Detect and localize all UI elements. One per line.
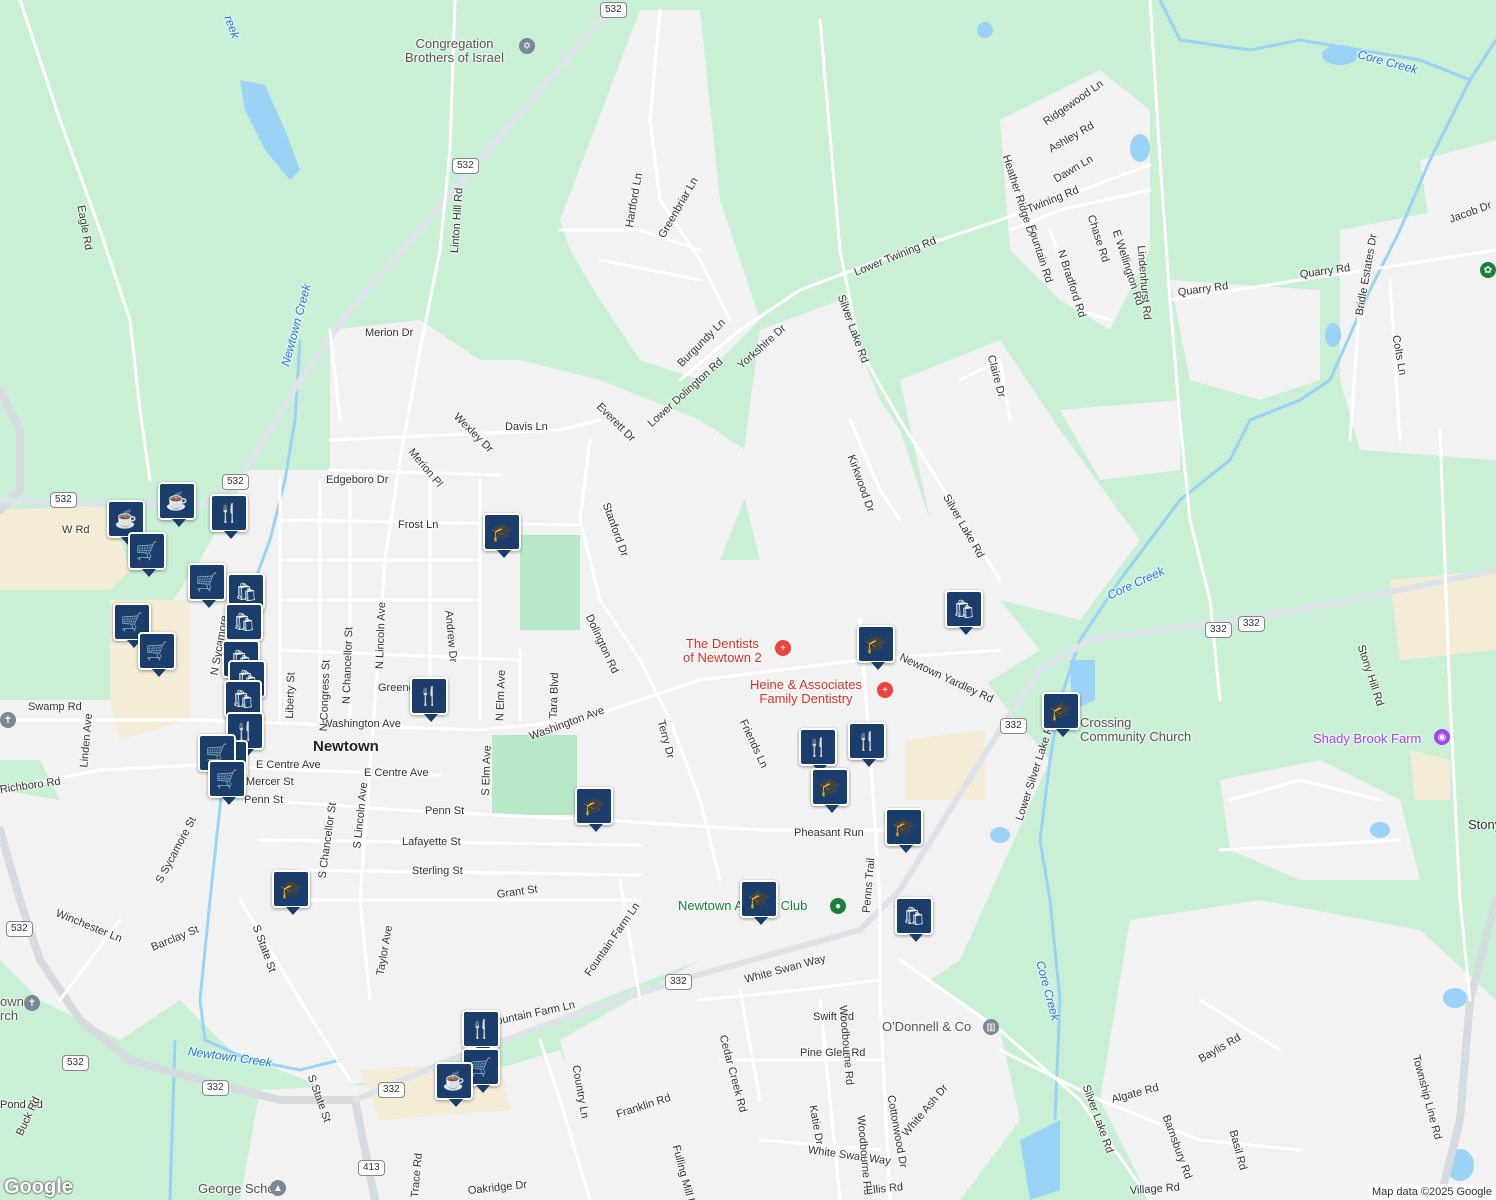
road-label: Merion Dr	[365, 327, 414, 339]
place-odonnell-label[interactable]: O'Donnell & Co	[882, 1020, 971, 1033]
school-pin-icon[interactable]: 🎓	[1042, 692, 1080, 737]
restaurant-pin-icon[interactable]: 🍴	[210, 494, 248, 539]
school-dot-icon[interactable]: ▲	[270, 1180, 286, 1196]
school-pin-icon[interactable]: 🎓	[740, 880, 778, 925]
restaurant-pin-icon[interactable]: 🍴	[848, 722, 886, 767]
bank-icon[interactable]: ▥	[983, 1019, 999, 1035]
school-pin-icon[interactable]: 🎓	[885, 808, 923, 853]
road-label: N Lincoln Ave	[373, 601, 389, 670]
road-label: E Centre Ave	[364, 767, 429, 779]
route-shield: 332	[1238, 616, 1265, 632]
road-label: Pine Glen Rd	[800, 1047, 866, 1059]
route-shield: 332	[202, 1080, 229, 1096]
restaurant-pin-icon[interactable]: 🍴	[462, 1010, 500, 1055]
road-label: Tara Blvd	[547, 672, 562, 719]
road-label: Lafayette St	[402, 836, 461, 848]
google-logo: Google	[4, 1176, 73, 1198]
place-dentists-label[interactable]: The Dentists of Newtown 2	[683, 637, 762, 665]
grocery-pin-icon[interactable]: 🛒	[208, 760, 246, 805]
place-crossing-label[interactable]: Crossing Community Church	[1080, 716, 1191, 744]
road-label: Pheasant Run	[794, 827, 864, 839]
place-church-label[interactable]: own rch	[0, 995, 24, 1023]
school-pin-icon[interactable]: 🎓	[811, 768, 849, 813]
route-shield: 532	[62, 1055, 89, 1071]
restaurant-pin-icon[interactable]: 🍴	[799, 728, 837, 773]
school-pin-icon[interactable]: 🎓	[483, 513, 521, 558]
road-label: Sterling St	[412, 865, 463, 877]
road-label: E Centre Ave	[256, 759, 321, 771]
cafe-pin-icon[interactable]: ☕	[158, 482, 196, 527]
route-shield: 532	[50, 492, 77, 508]
grocery-pin-icon[interactable]: 🛒	[188, 563, 226, 608]
worship-icon[interactable]: ✝	[24, 995, 40, 1011]
school-pin-icon[interactable]: 🎓	[857, 625, 895, 670]
road-label: Mercer St	[246, 776, 294, 788]
town-label: Newtown	[313, 738, 379, 755]
road-label: Frost Ln	[398, 519, 439, 531]
route-shield: 332	[665, 974, 692, 990]
place-shady-label[interactable]: Shady Brook Farm	[1313, 732, 1421, 745]
worship-icon[interactable]: ✡	[519, 38, 535, 54]
dental-icon[interactable]: +	[775, 640, 791, 656]
road-label: Swamp Rd	[28, 701, 82, 713]
road-label: Penn St	[244, 794, 284, 806]
place-heine-label[interactable]: Heine & Associates Family Dentistry	[750, 678, 862, 706]
school-pin-icon[interactable]: 🎓	[575, 787, 613, 832]
road-label: W Rd	[62, 524, 90, 536]
map-attribution[interactable]: Map data ©2025 Google	[1367, 1184, 1496, 1200]
shopping-pin-icon[interactable]: 🛍	[225, 603, 263, 648]
route-shield: 413	[358, 1160, 385, 1176]
route-shield: 332	[1000, 718, 1027, 734]
route-shield: 332	[378, 1082, 405, 1098]
route-shield: 532	[6, 921, 33, 937]
route-shield: 532	[452, 158, 479, 174]
road-label: Penn St	[425, 805, 465, 817]
grocery-pin-icon[interactable]: 🛒	[128, 532, 166, 577]
place-stony-label: Stony	[1468, 817, 1496, 832]
map-canvas[interactable]: Eagle Rd Merion Dr Linton Hill Rd Davis …	[0, 0, 1496, 1200]
dental-icon[interactable]: +	[877, 682, 893, 698]
cafe-pin-icon[interactable]: ☕	[435, 1062, 473, 1107]
worship-icon[interactable]: ✝	[0, 712, 16, 728]
restaurant-pin-icon[interactable]: 🍴	[410, 677, 448, 722]
road-label: S Elm Ave	[479, 745, 494, 796]
route-shield: 332	[1205, 622, 1232, 638]
route-shield: 532	[222, 474, 249, 490]
park-icon[interactable]: ✿	[1480, 262, 1496, 278]
shopping-pin-icon[interactable]: 🛍	[895, 897, 933, 942]
place-congregation-label[interactable]: Congregation Brothers of Israel	[405, 37, 504, 65]
road-label: Washington Ave	[322, 718, 401, 730]
activity-icon[interactable]: ●	[830, 898, 846, 914]
school-pin-icon[interactable]: 🎓	[272, 870, 310, 915]
grocery-pin-icon[interactable]: 🛒	[138, 632, 176, 677]
road-label: Liberty St	[283, 672, 298, 719]
road-label: N Elm Ave	[494, 669, 508, 722]
road-label: Edgeboro Dr	[326, 474, 389, 486]
camera-icon[interactable]: ◉	[1434, 729, 1450, 745]
shopping-pin-icon[interactable]: 🛍	[945, 590, 983, 635]
route-shield: 532	[600, 2, 627, 18]
road-label: Davis Ln	[505, 421, 548, 433]
